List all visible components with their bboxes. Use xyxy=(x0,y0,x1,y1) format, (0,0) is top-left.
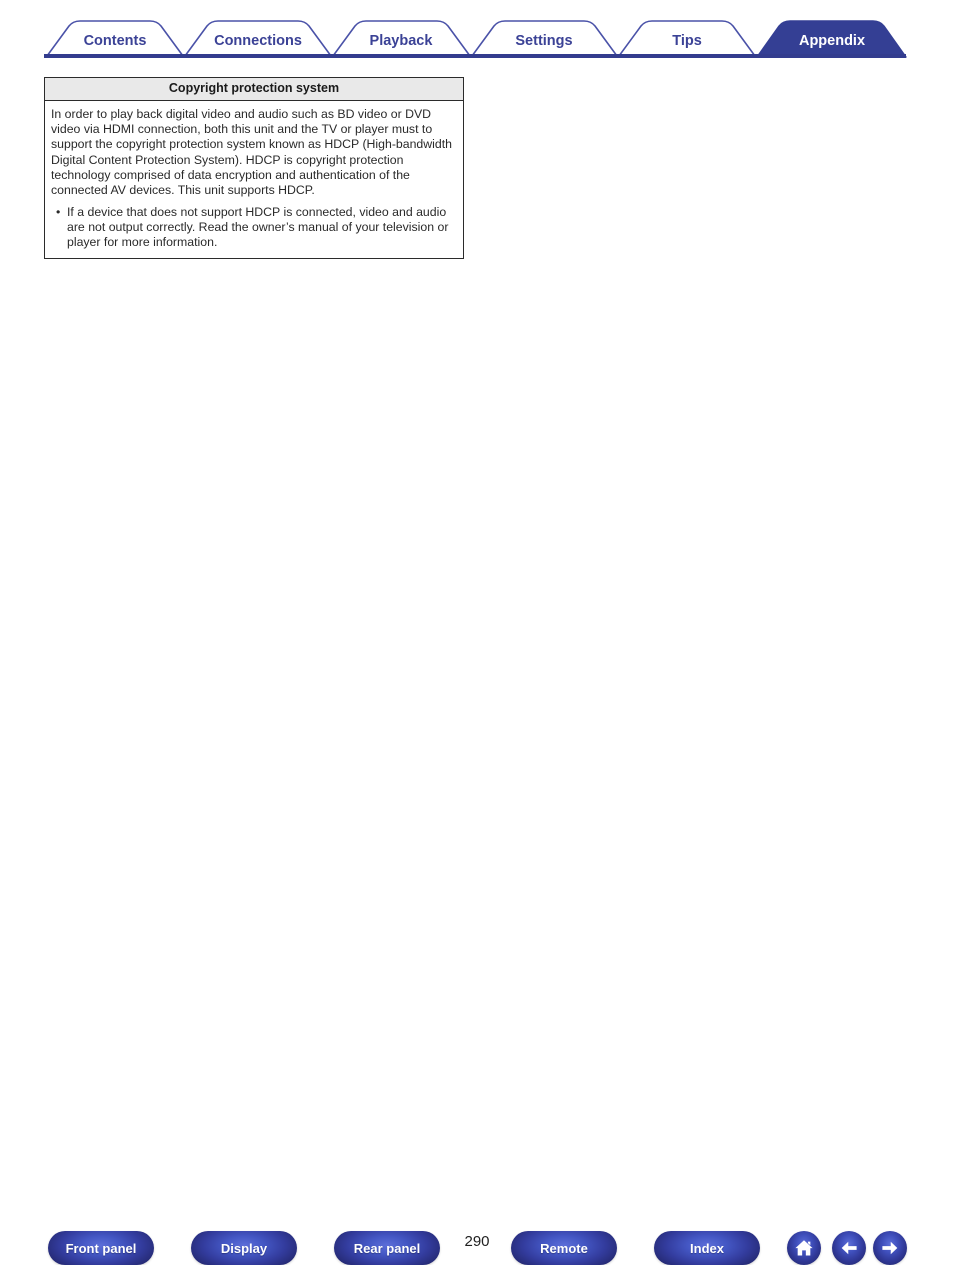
footer-navigation-bar: Front panel Display Rear panel 290 Remot… xyxy=(0,612,954,1265)
bullet-icon: • xyxy=(56,204,61,219)
list-item: • If a device that does not support HDCP… xyxy=(51,205,455,251)
back-button[interactable] xyxy=(832,1231,866,1265)
home-button[interactable] xyxy=(787,1231,821,1265)
arrow-left-icon xyxy=(841,1241,857,1255)
tab-settings[interactable]: Settings xyxy=(494,34,594,49)
forward-button[interactable] xyxy=(873,1231,907,1265)
tab-contents[interactable]: Contents xyxy=(75,34,155,49)
arrow-right-icon xyxy=(882,1241,898,1255)
tab-playback[interactable]: Playback xyxy=(351,34,451,49)
rear-panel-button-label: Rear panel xyxy=(353,1240,421,1256)
list-item-text: If a device that does not support HDCP i… xyxy=(67,204,449,250)
tab-connections[interactable]: Connections xyxy=(203,34,313,49)
remote-button-label: Remote xyxy=(540,1240,588,1256)
front-panel-button-label: Front panel xyxy=(65,1240,137,1256)
copyright-protection-panel: Copyright protection system In order to … xyxy=(44,77,464,260)
home-icon xyxy=(795,1240,813,1256)
panel-bullet-list: • If a device that does not support HDCP… xyxy=(51,205,455,251)
rear-panel-button[interactable]: Rear panel xyxy=(334,1231,440,1265)
tab-baseline-rule xyxy=(44,54,906,58)
panel-body: In order to play back digital video and … xyxy=(45,101,463,259)
tab-bar: Contents Connections Playback Settings T… xyxy=(0,0,954,62)
panel-title: Copyright protection system xyxy=(45,78,463,101)
panel-paragraph: In order to play back digital video and … xyxy=(51,106,452,198)
display-button-label: Display xyxy=(220,1240,268,1256)
index-button-label: Index xyxy=(690,1240,724,1256)
tab-appendix[interactable]: Appendix xyxy=(782,34,882,49)
front-panel-button[interactable]: Front panel xyxy=(48,1231,154,1265)
tab-tips[interactable]: Tips xyxy=(647,34,727,49)
display-button[interactable]: Display xyxy=(191,1231,297,1265)
index-button[interactable]: Index xyxy=(654,1231,760,1265)
page-number: 290 xyxy=(464,1233,490,1250)
remote-button[interactable]: Remote xyxy=(511,1231,617,1265)
tab-bar-graphic xyxy=(44,20,907,58)
